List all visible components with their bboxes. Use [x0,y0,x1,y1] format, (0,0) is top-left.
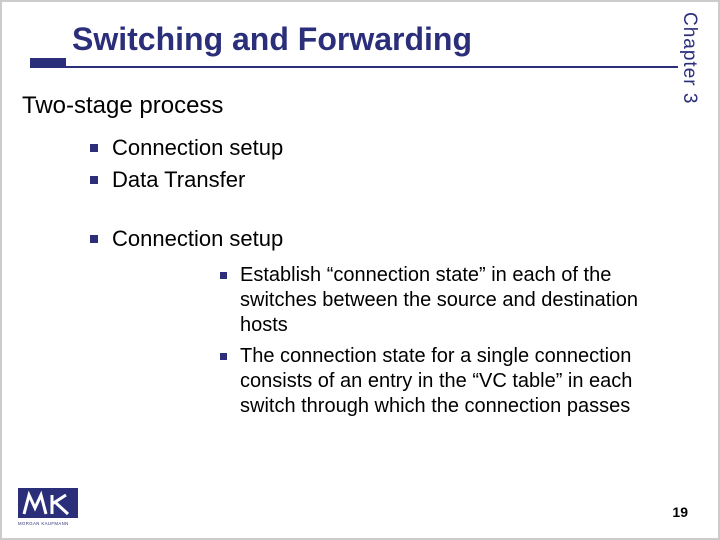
bullet-list-level1: Connection setup Data Transfer Connectio… [90,134,673,419]
list-item: The connection state for a single connec… [220,344,673,419]
list-item-text: Data Transfer [112,167,245,192]
publisher-logo: MORGAN KAUFMANN [18,488,78,526]
slide: Chapter 3 Switching and Forwarding Two-s… [2,2,718,538]
list-item-text: Connection setup [112,135,283,160]
content-area: Two-stage process Connection setup Data … [22,92,673,425]
slide-title: Switching and Forwarding [72,21,472,58]
list-item: Data Transfer [90,166,673,194]
bullet-list-level2: Establish “connection state” in each of … [220,263,673,419]
list-item: Establish “connection state” in each of … [220,263,673,338]
list-item-text: Connection setup [112,226,283,251]
logo-subtext: MORGAN KAUFMANN [18,521,69,526]
title-accent [30,58,66,68]
list-item: Connection setup [90,134,673,162]
list-item: Connection setup Establish “connection s… [90,225,673,419]
chapter-label: Chapter 3 [676,12,700,142]
list-item-text: Establish “connection state” in each of … [240,264,638,336]
list-item-text: The connection state for a single connec… [240,345,632,417]
page-number: 19 [672,504,688,520]
title-bar: Switching and Forwarding [30,18,678,68]
section-heading: Two-stage process [22,92,673,120]
